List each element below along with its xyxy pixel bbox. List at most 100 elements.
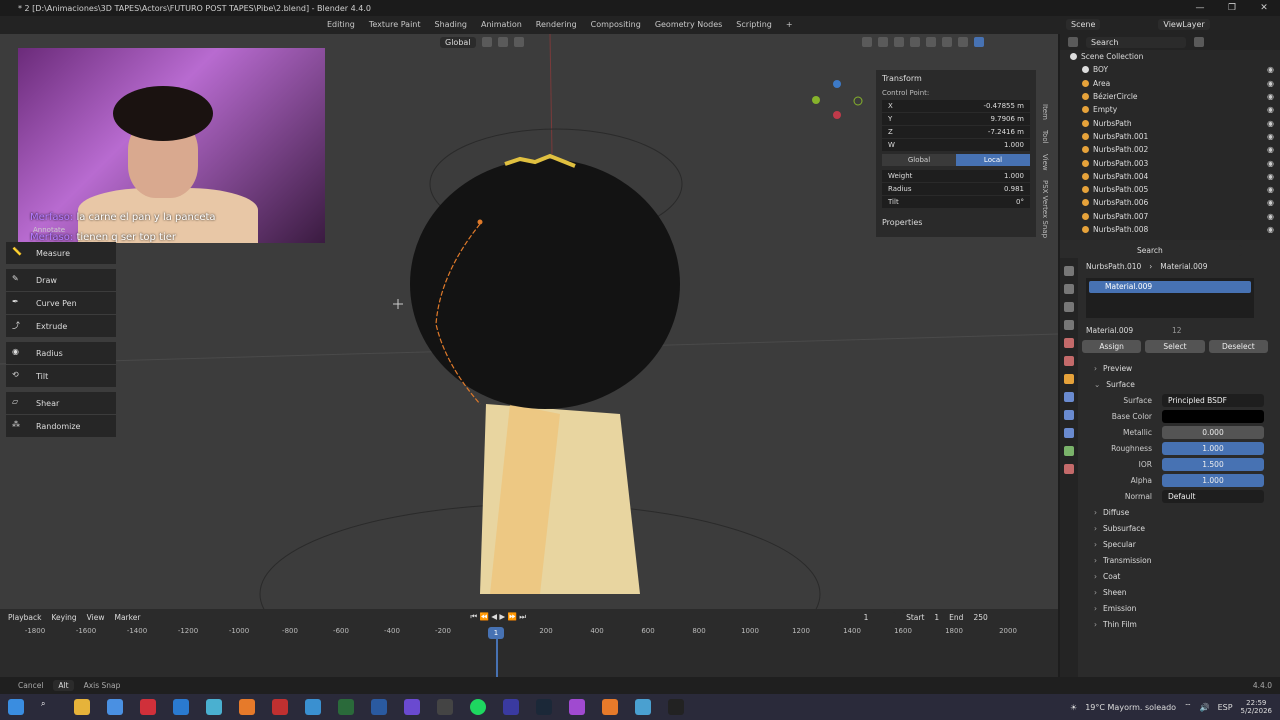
render-tab-icon[interactable]	[1064, 284, 1074, 294]
coat-section[interactable]: Coat	[1082, 568, 1278, 584]
gizmo-y-neg[interactable]	[853, 96, 863, 106]
curve-control-point[interactable]	[477, 219, 483, 225]
local-button[interactable]: Local	[956, 154, 1030, 166]
playhead-label[interactable]: 1	[488, 627, 504, 639]
gizmo-x[interactable]	[833, 111, 841, 119]
app-icon[interactable]	[635, 699, 651, 715]
tool-radius[interactable]: ◉ Radius	[6, 342, 116, 364]
end-value[interactable]: 250	[973, 613, 987, 622]
keyboard-language[interactable]: ESP	[1218, 703, 1233, 712]
app-icon[interactable]	[371, 699, 387, 715]
scene-name[interactable]: Scene	[1066, 19, 1101, 30]
sheen-section[interactable]: Sheen	[1082, 584, 1278, 600]
surface-field[interactable]: Principled BSDF	[1162, 393, 1264, 407]
properties-subpanel[interactable]: Properties	[882, 218, 1030, 227]
tool-extrude[interactable]: ⤴ Extrude	[6, 315, 116, 337]
outliner-item[interactable]: NurbsPath.005 ◉	[1060, 183, 1280, 196]
emission-section[interactable]: Emission	[1082, 600, 1278, 616]
gizmo-toggle-icon[interactable]	[878, 37, 888, 47]
preview-section[interactable]: Preview	[1082, 360, 1278, 376]
eye-icon[interactable]: ◉	[1267, 185, 1274, 194]
ior-field[interactable]: 1.500	[1162, 457, 1264, 471]
normal-field[interactable]: Default	[1162, 489, 1264, 503]
deselect-button[interactable]: Deselect	[1208, 339, 1268, 353]
tab-shading[interactable]: Shading	[428, 16, 475, 34]
orientation-dropdown[interactable]: Global	[440, 36, 476, 48]
tab-editing[interactable]: Editing	[320, 16, 362, 34]
gizmo-y[interactable]	[812, 96, 820, 104]
eye-icon[interactable]: ◉	[1267, 159, 1274, 168]
close-button[interactable]: ✕	[1248, 0, 1280, 16]
material-name[interactable]: Material.009	[1082, 326, 1172, 335]
clock[interactable]: 22:59 5/2/2026	[1241, 699, 1272, 715]
outliner-item[interactable]: BOY ◉	[1060, 63, 1280, 76]
specular-section[interactable]: Specular	[1082, 536, 1278, 552]
transmission-section[interactable]: Transmission	[1082, 552, 1278, 568]
blender-icon[interactable]	[602, 699, 618, 715]
edge-icon[interactable]	[173, 699, 189, 715]
tab-psx-vertex-snap[interactable]: PSX Vertex Snap	[1041, 180, 1049, 238]
global-button[interactable]: Global	[882, 154, 956, 166]
after-effects-icon[interactable]	[503, 699, 519, 715]
weight-field[interactable]: Weight 1.000	[882, 170, 1030, 182]
outliner-item[interactable]: Empty ◉	[1060, 103, 1280, 116]
outliner-item[interactable]: NurbsPath.003 ◉	[1060, 156, 1280, 169]
app-icon[interactable]	[668, 699, 684, 715]
search-icon[interactable]: ⌕	[41, 699, 57, 715]
data-tab-icon[interactable]	[1064, 446, 1074, 456]
view-menu[interactable]: View	[87, 613, 105, 622]
tool-tab-icon[interactable]	[1064, 266, 1074, 276]
eye-icon[interactable]: ◉	[1267, 65, 1274, 74]
maximize-button[interactable]: ❐	[1216, 0, 1248, 16]
editor-type-icon[interactable]	[1068, 37, 1078, 47]
file-explorer-icon[interactable]	[74, 699, 90, 715]
tool-shear[interactable]: ▱ Shear	[6, 392, 116, 414]
app-icon[interactable]	[404, 699, 420, 715]
props-search[interactable]: Search	[1132, 244, 1242, 256]
material-shading-icon[interactable]	[958, 37, 968, 47]
add-workspace-button[interactable]: +	[779, 16, 800, 34]
output-tab-icon[interactable]	[1064, 302, 1074, 312]
eye-icon[interactable]: ◉	[1267, 92, 1274, 101]
subsurface-section[interactable]: Subsurface	[1082, 520, 1278, 536]
volume-icon[interactable]: 🔊	[1200, 703, 1210, 712]
eye-icon[interactable]: ◉	[1267, 79, 1274, 88]
radius-field[interactable]: Radius 0.981	[882, 183, 1030, 195]
x-field[interactable]: X -0.47855 m	[882, 100, 1030, 112]
frame-ruler[interactable]: -1800 -1600 -1400 -1200 -1000 -800 -600 …	[0, 627, 1058, 641]
tab-geometry-nodes[interactable]: Geometry Nodes	[648, 16, 729, 34]
app-icon[interactable]	[569, 699, 585, 715]
pivot-icon[interactable]	[481, 37, 492, 47]
eye-icon[interactable]: ◉	[1267, 119, 1274, 128]
filter-icon[interactable]	[1194, 37, 1204, 47]
outliner-item[interactable]: Area ◉	[1060, 77, 1280, 90]
outliner-search[interactable]: Search	[1086, 36, 1186, 48]
w-field[interactable]: W 1.000	[882, 139, 1030, 151]
tool-measure[interactable]: 📏 Measure	[6, 242, 116, 264]
steam-icon[interactable]	[536, 699, 552, 715]
assign-button[interactable]: Assign	[1082, 339, 1142, 353]
tab-animation[interactable]: Animation	[474, 16, 529, 34]
marker-menu[interactable]: Marker	[114, 613, 140, 622]
tab-texture-paint[interactable]: Texture Paint	[362, 16, 428, 34]
xray-icon[interactable]	[910, 37, 920, 47]
object-tab-icon[interactable]	[1064, 374, 1074, 384]
playback-menu[interactable]: Playback	[8, 613, 41, 622]
app-icon[interactable]	[305, 699, 321, 715]
eye-icon[interactable]: ◉	[1267, 105, 1274, 114]
tilt-field[interactable]: Tilt 0°	[882, 196, 1030, 208]
current-frame[interactable]: 1	[836, 611, 897, 623]
app-icon[interactable]	[206, 699, 222, 715]
rendered-shading-icon[interactable]	[974, 37, 984, 47]
tab-tool[interactable]: Tool	[1041, 130, 1049, 144]
outliner-item[interactable]: NurbsPath.008 ◉	[1060, 223, 1280, 236]
eye-icon[interactable]: ◉	[1267, 145, 1274, 154]
physics-tab-icon[interactable]	[1064, 428, 1074, 438]
scene-tab-icon[interactable]	[1064, 338, 1074, 348]
eye-icon[interactable]: ◉	[1267, 225, 1274, 234]
tool-curve-pen[interactable]: ✒ Curve Pen	[6, 292, 116, 314]
minimize-button[interactable]: —	[1184, 0, 1216, 16]
view-layer-tab-icon[interactable]	[1064, 320, 1074, 330]
outliner-item[interactable]: NurbsPath.004 ◉	[1060, 170, 1280, 183]
app-icon[interactable]	[437, 699, 453, 715]
